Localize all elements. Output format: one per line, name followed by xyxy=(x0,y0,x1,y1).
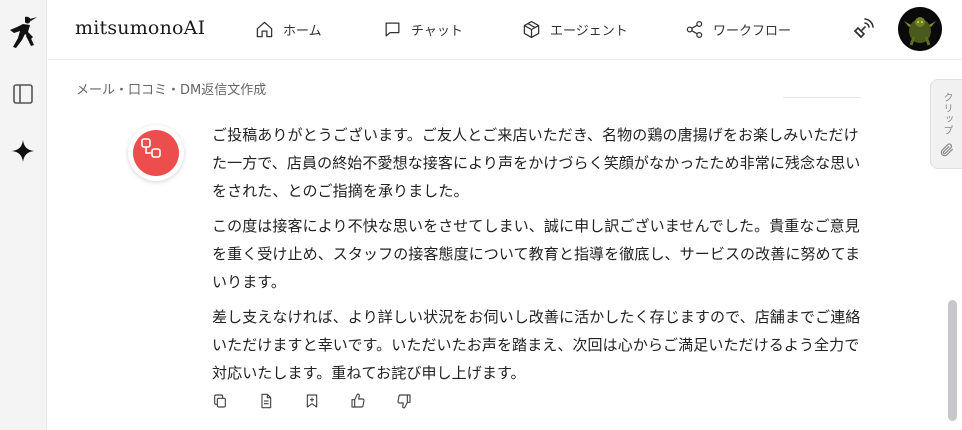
left-rail xyxy=(0,0,47,430)
nav-chat[interactable]: チャット xyxy=(383,17,463,41)
thumbs-down-button[interactable] xyxy=(396,392,442,410)
nav-agent-label: エージェント xyxy=(550,23,628,39)
paperclip-icon xyxy=(940,143,953,157)
brand-name[interactable]: mitsumonoAI xyxy=(75,17,205,39)
nav-agent[interactable]: エージェント xyxy=(522,17,628,41)
nav-chat-label: チャット xyxy=(411,23,463,39)
nav-home-label: ホーム xyxy=(283,23,322,39)
nav-workflow[interactable]: ワークフロー xyxy=(685,17,791,41)
bookmark-icon xyxy=(306,394,318,408)
home-icon xyxy=(256,21,273,37)
thumbs-down-icon xyxy=(397,394,411,409)
message-paragraph: 差し支えなければ、より詳しい状況をお伺いし改善に活かしたく存じますので、店舗まで… xyxy=(212,308,861,382)
scrollbar-thumb[interactable] xyxy=(948,300,957,421)
thumbs-up-button[interactable] xyxy=(350,392,396,410)
document-icon xyxy=(261,393,272,409)
message-actions xyxy=(212,392,442,410)
workflow-nodes-icon xyxy=(141,138,161,158)
nav-workflow-label: ワークフロー xyxy=(713,23,792,39)
share-icon xyxy=(686,20,703,38)
top-header: mitsumonoAI ホーム チャット エージェント ワークフロー xyxy=(48,0,962,60)
clip-tab-label: クリップ xyxy=(941,92,952,136)
satellite-signal-icon[interactable] xyxy=(851,17,875,41)
document-button[interactable] xyxy=(258,392,304,410)
copy-button[interactable] xyxy=(212,392,258,410)
cube-icon xyxy=(523,20,540,38)
chat-icon xyxy=(385,22,400,36)
ninja-logo-icon[interactable] xyxy=(8,14,38,50)
divider xyxy=(783,97,861,98)
bookmark-button[interactable] xyxy=(304,392,350,410)
message-paragraph: この度は接客により不快な思いをさせてしまい、誠に申し訳ございませんでした。貴重な… xyxy=(212,217,861,291)
user-avatar[interactable] xyxy=(898,7,942,51)
assistant-message: ご投稿ありがとうございます。ご友人とご来店いただき、名物の鶏の唐揚げをお楽しみい… xyxy=(212,121,862,394)
message-paragraph: ご投稿ありがとうございます。ご友人とご来店いただき、名物の鶏の唐揚げをお楽しみい… xyxy=(212,126,861,200)
sparkle-icon[interactable] xyxy=(10,138,36,164)
clip-tab[interactable]: クリップ xyxy=(930,79,962,169)
assistant-avatar xyxy=(128,125,184,181)
page-title: メール・口コミ・DM返信文作成 xyxy=(76,83,267,98)
copy-icon xyxy=(214,394,226,408)
avatar-image-icon xyxy=(898,7,942,51)
thumbs-up-icon xyxy=(351,393,365,408)
nav-home[interactable]: ホーム xyxy=(255,17,322,41)
sidebar-toggle-icon[interactable] xyxy=(11,82,35,106)
